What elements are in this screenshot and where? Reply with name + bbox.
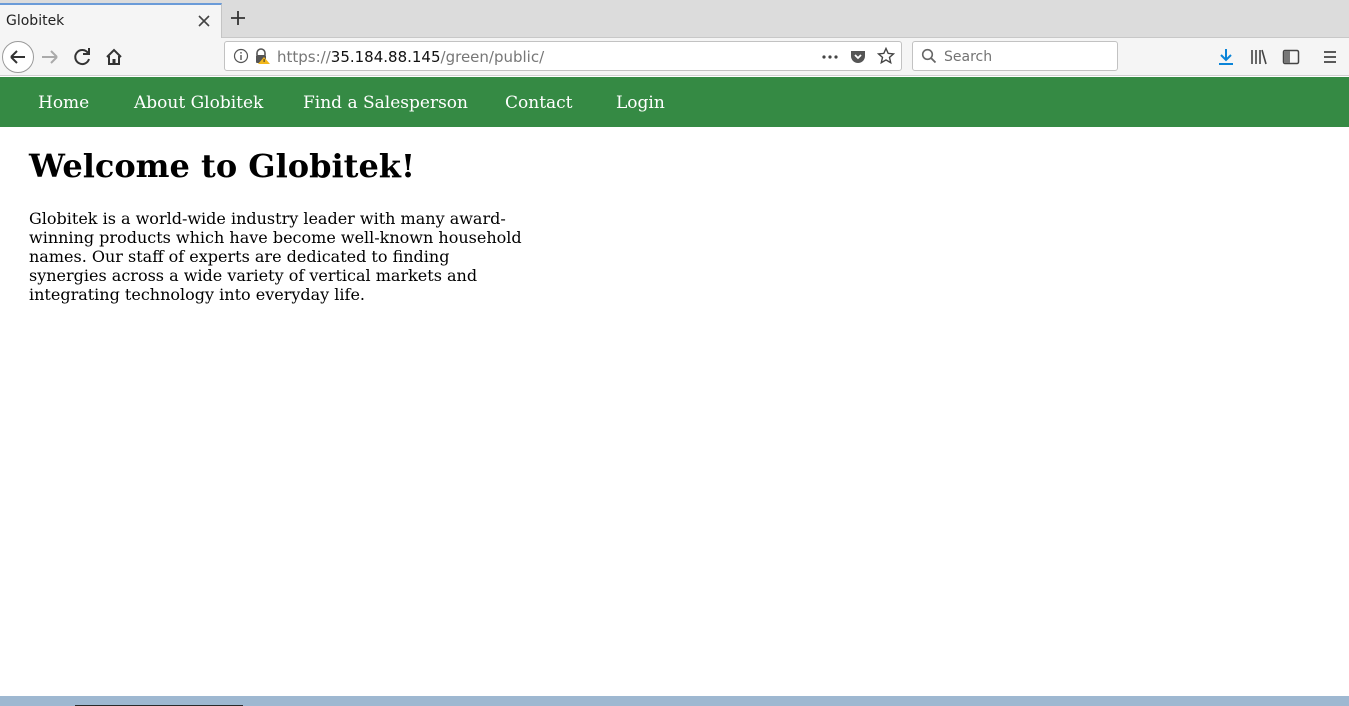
search-bar[interactable]: Search — [912, 41, 1118, 71]
nav-link-home[interactable]: Home — [38, 93, 89, 113]
library-icon[interactable] — [1249, 47, 1269, 67]
url-path: /green/public/ — [440, 48, 545, 66]
url-scheme: https:// — [277, 48, 331, 66]
nav-link-login[interactable]: Login — [616, 93, 665, 113]
insecure-lock-icon[interactable] — [253, 47, 271, 65]
browser-tab[interactable]: Globitek — [0, 3, 222, 38]
back-button[interactable] — [2, 41, 34, 73]
site-navigation: Home About Globitek Find a Salesperson C… — [0, 77, 1349, 127]
reload-icon[interactable] — [68, 42, 98, 72]
intro-paragraph: Globitek is a world-wide industry leader… — [29, 209, 522, 304]
new-tab-icon[interactable] — [228, 8, 248, 28]
page-actions-icon[interactable] — [821, 48, 839, 66]
address-bar[interactable]: https://35.184.88.145/green/public/ — [224, 41, 902, 71]
nav-link-contact[interactable]: Contact — [505, 93, 573, 113]
nav-link-about[interactable]: About Globitek — [134, 93, 263, 113]
browser-toolbar: https://35.184.88.145/green/public/ Sear… — [0, 38, 1349, 76]
tab-title: Globitek — [6, 13, 65, 29]
nav-link-find-salesperson[interactable]: Find a Salesperson — [303, 93, 468, 113]
main-content: Welcome to Globitek! Globitek is a world… — [29, 145, 539, 304]
close-tab-icon[interactable] — [196, 13, 212, 29]
forward-icon[interactable] — [36, 42, 66, 72]
sidebar-icon[interactable] — [1281, 47, 1301, 67]
url-text: https://35.184.88.145/green/public/ — [277, 48, 544, 66]
info-icon[interactable] — [233, 48, 249, 64]
home-icon[interactable] — [99, 42, 129, 72]
pocket-icon[interactable] — [849, 47, 867, 65]
download-icon[interactable] — [1216, 47, 1236, 67]
search-icon — [921, 48, 937, 64]
menu-icon[interactable] — [1320, 47, 1340, 67]
os-taskbar — [0, 696, 1349, 706]
page-title: Welcome to Globitek! — [29, 147, 416, 185]
bookmark-star-icon[interactable] — [877, 47, 895, 65]
tab-strip: Globitek — [0, 0, 1349, 38]
search-placeholder: Search — [944, 49, 993, 65]
url-host: 35.184.88.145 — [330, 48, 441, 66]
